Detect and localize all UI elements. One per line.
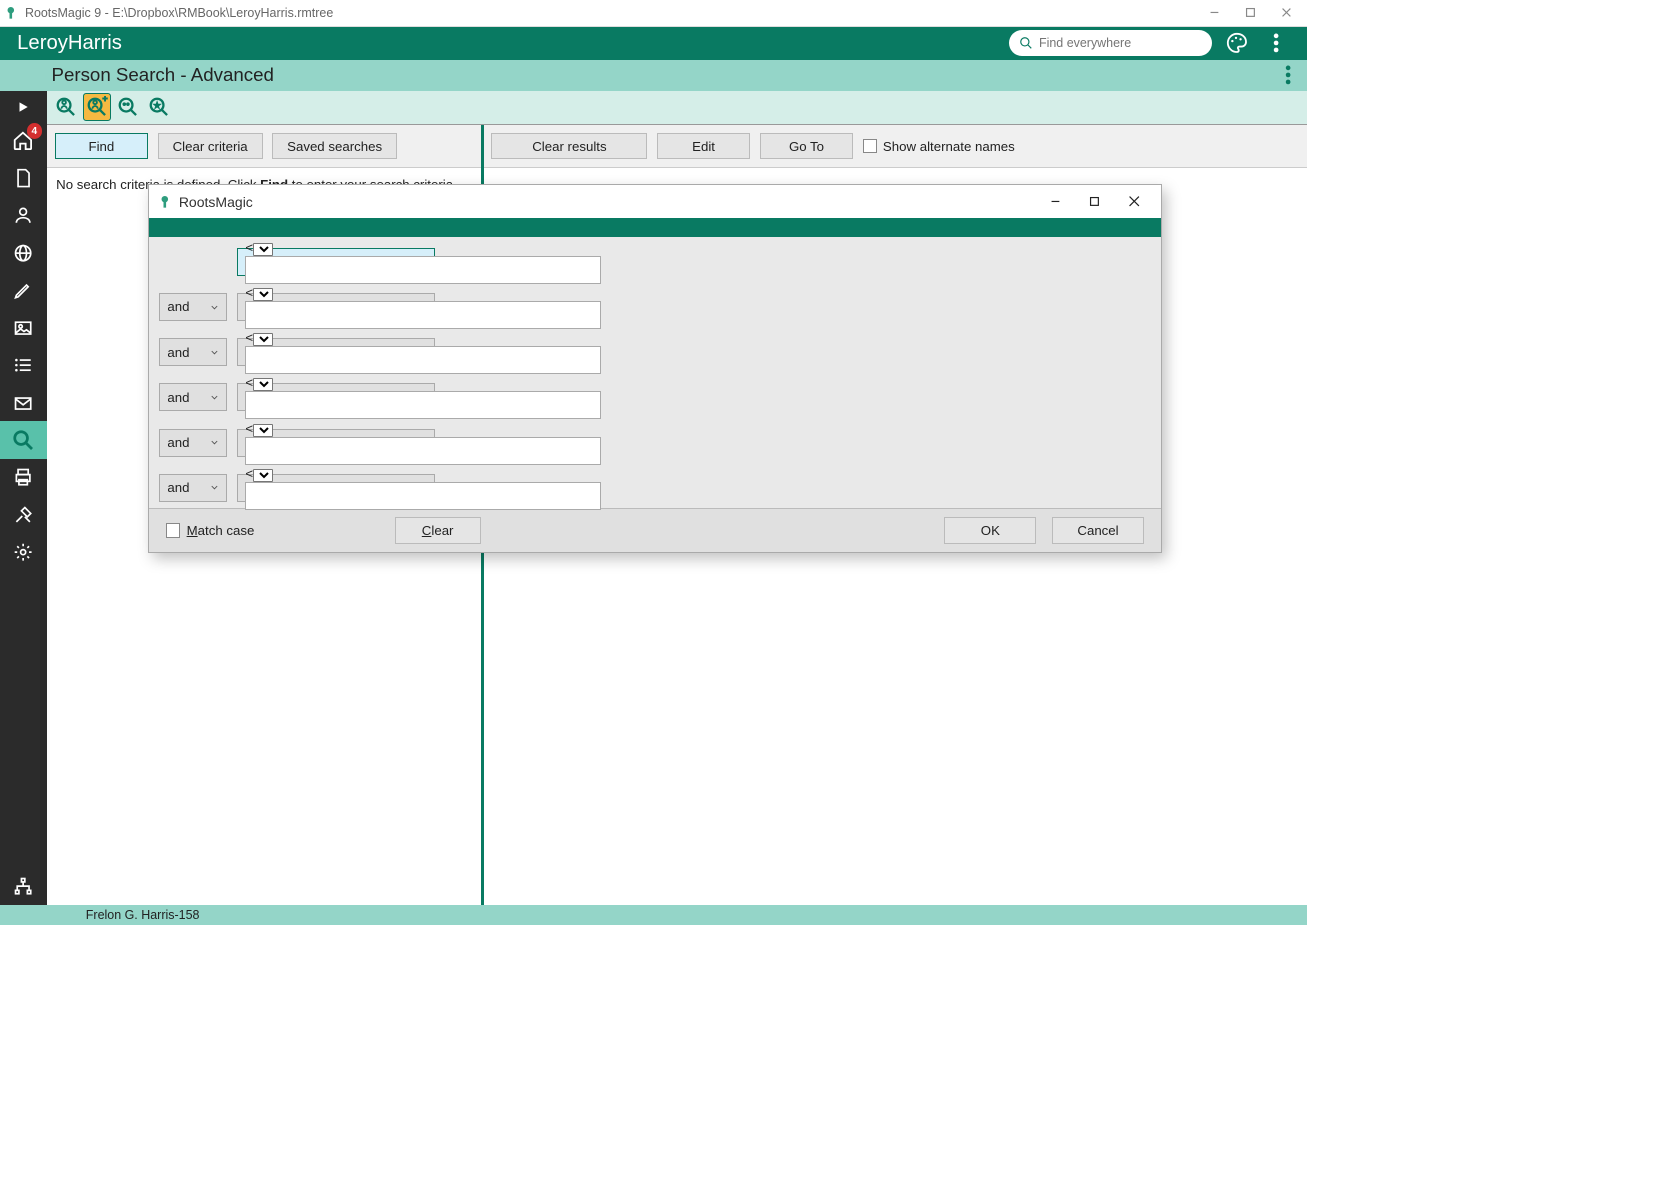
sidebar-pen[interactable] — [0, 272, 47, 309]
dialog-maximize[interactable] — [1075, 185, 1114, 218]
value-input[interactable] — [245, 301, 601, 329]
window-minimize[interactable] — [1197, 0, 1233, 26]
sidebar-globe[interactable] — [0, 234, 47, 271]
sidebar-person[interactable] — [0, 197, 47, 234]
criteria-row: and <> equals — [157, 474, 1153, 502]
edit-button[interactable]: Edit — [657, 133, 751, 160]
header: LeroyHarris — [0, 27, 1307, 60]
criteria-row: <> equals — [157, 248, 1153, 276]
sidebar-play[interactable] — [0, 92, 47, 122]
statusbar: Frelon G. Harris-158 — [0, 905, 1307, 925]
search-family-icon[interactable] — [114, 93, 142, 121]
checkbox-icon — [863, 139, 877, 153]
criteria-row: and <> equals — [157, 293, 1153, 321]
sidebar-list[interactable] — [0, 347, 47, 384]
clear-button[interactable]: Clear — [395, 517, 481, 544]
chevron-down-icon — [209, 347, 220, 358]
dialog-title: RootsMagic — [179, 194, 253, 210]
sidebar-settings[interactable] — [0, 534, 47, 571]
status-text: Frelon G. Harris-158 — [86, 908, 200, 922]
field-select[interactable]: <> equals — [237, 474, 435, 502]
saved-searches-button[interactable]: Saved searches — [272, 133, 397, 160]
svg-text:+: + — [102, 96, 107, 103]
right-buttons: Clear results Edit Go To Show alternate … — [484, 125, 1308, 168]
search-input[interactable] — [1039, 36, 1203, 50]
dialog-close[interactable] — [1114, 185, 1153, 218]
dialog-titlebar: RootsMagic — [149, 185, 1161, 218]
window-maximize[interactable] — [1232, 0, 1268, 26]
sidebar-search[interactable] — [0, 421, 47, 458]
sidebar-file[interactable] — [0, 159, 47, 196]
dialog-footer: Match case Clear OK Cancel — [149, 508, 1161, 552]
chevron-down-icon — [209, 302, 220, 313]
sidebar-print[interactable] — [0, 459, 47, 496]
menu-dots-icon[interactable] — [1262, 29, 1290, 57]
app-icon — [3, 5, 19, 21]
search-type-toolbar: + — [47, 91, 1307, 125]
sidebar-image[interactable] — [0, 309, 47, 346]
search-simple-icon[interactable] — [51, 93, 79, 121]
and-select[interactable]: and — [159, 293, 228, 321]
clear-criteria-button[interactable]: Clear criteria — [158, 133, 263, 160]
field-select[interactable]: <> equals — [237, 429, 435, 457]
subheader: Person Search - Advanced — [0, 60, 1307, 91]
ok-button[interactable]: OK — [944, 517, 1036, 544]
sidebar-mail[interactable] — [0, 384, 47, 421]
sidebar-tools[interactable] — [0, 496, 47, 533]
palette-icon[interactable] — [1223, 29, 1251, 57]
search-saved-icon[interactable] — [145, 93, 173, 121]
match-case-checkbox[interactable]: Match case — [166, 523, 254, 538]
show-alt-names-checkbox[interactable]: Show alternate names — [863, 133, 1015, 160]
find-button[interactable]: Find — [55, 133, 149, 160]
chevron-down-icon — [209, 392, 220, 403]
field-select[interactable]: <> equals — [237, 293, 435, 321]
value-input[interactable] — [245, 256, 601, 284]
clear-results-button[interactable]: Clear results — [491, 133, 647, 160]
value-input[interactable] — [245, 482, 601, 510]
page-title: Person Search - Advanced — [51, 64, 274, 86]
field-select[interactable]: <> equals — [237, 383, 435, 411]
criteria-row: and <> equals — [157, 338, 1153, 366]
dialog-app-icon — [157, 194, 173, 210]
titlebar-text: RootsMagic 9 - E:\Dropbox\RMBook\LeroyHa… — [25, 6, 333, 20]
field-select[interactable]: <> equals — [237, 338, 435, 366]
dialog-minimize[interactable] — [1036, 185, 1075, 218]
chevron-down-icon — [209, 482, 220, 493]
and-select[interactable]: and — [159, 429, 228, 457]
header-filename: LeroyHarris — [17, 32, 122, 55]
window-close[interactable] — [1268, 0, 1304, 26]
home-badge: 4 — [27, 123, 43, 139]
search-advanced-icon[interactable]: + — [83, 93, 111, 121]
and-select[interactable]: and — [159, 383, 228, 411]
cancel-button[interactable]: Cancel — [1052, 517, 1144, 544]
sidebar: 4 — [0, 91, 47, 905]
value-input[interactable] — [245, 391, 601, 419]
search-criteria-dialog: RootsMagic <> equals and <> equals and <… — [148, 184, 1162, 553]
goto-button[interactable]: Go To — [760, 133, 854, 160]
search-everywhere[interactable] — [1009, 30, 1212, 57]
value-input[interactable] — [245, 346, 601, 374]
criteria-row: and <> equals — [157, 383, 1153, 411]
checkbox-icon — [166, 523, 180, 537]
sidebar-tree[interactable] — [0, 868, 47, 905]
sidebar-home[interactable]: 4 — [0, 122, 47, 159]
dialog-green-bar — [149, 218, 1161, 237]
criteria-row: and <> equals — [157, 429, 1153, 457]
left-buttons: Find Clear criteria Saved searches — [47, 125, 481, 168]
and-select[interactable]: and — [159, 338, 228, 366]
chevron-down-icon — [209, 437, 220, 448]
subheader-menu-icon[interactable] — [1285, 64, 1291, 86]
field-select[interactable]: <> equals — [237, 248, 435, 276]
and-select[interactable]: and — [159, 474, 228, 502]
value-input[interactable] — [245, 437, 601, 465]
titlebar: RootsMagic 9 - E:\Dropbox\RMBook\LeroyHa… — [0, 0, 1307, 27]
